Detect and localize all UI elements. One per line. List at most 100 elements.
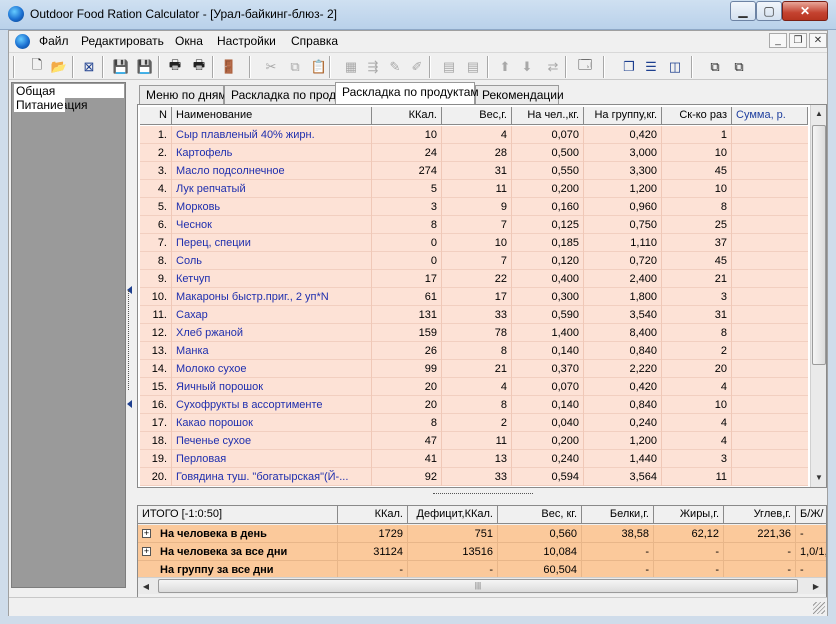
per-person-value[interactable]: 0,120 [512,252,584,270]
product-name[interactable]: Масло подсолнечное [172,162,372,180]
totals-col-bju[interactable]: Б/Ж/ [796,506,826,524]
table-row[interactable]: 15. Яичный порошок 20 4 0,070 0,420 4 [140,378,808,396]
per-person-value[interactable]: 0,594 [512,468,584,486]
kcal-value[interactable]: 61 [372,288,442,306]
weight-value[interactable]: 11 [442,180,512,198]
times-value[interactable]: 10 [662,180,732,198]
scroll-right-icon[interactable]: ▶ [808,578,824,595]
weight-value[interactable]: 33 [442,468,512,486]
sum-value[interactable] [732,342,808,360]
per-group-value[interactable]: 0,750 [584,216,662,234]
weight-value[interactable]: 2 [442,414,512,432]
row-number[interactable]: 19. [140,450,172,468]
sum-value[interactable] [732,252,808,270]
save-as-icon[interactable]: 💾 [135,57,155,77]
weight-value[interactable]: 13 [442,450,512,468]
per-person-value[interactable]: 0,040 [512,414,584,432]
product-name[interactable]: Лук репчатый [172,180,372,198]
row-number[interactable]: 7. [140,234,172,252]
scroll-thumb[interactable]: ||| [158,579,798,593]
product-name[interactable]: Молоко сухое [172,360,372,378]
table-row[interactable]: 20. Говядина туш. "богатырская"(Й-... 92 33… [140,468,808,486]
row-number[interactable]: 17. [140,414,172,432]
per-group-value[interactable]: 0,840 [584,396,662,414]
times-value[interactable]: 4 [662,378,732,396]
row-number[interactable]: 10. [140,288,172,306]
table-row[interactable]: 5. Морковь 3 9 0,160 0,960 8 [140,198,808,216]
product-name[interactable]: Сахар [172,306,372,324]
per-group-value[interactable]: 0,240 [584,414,662,432]
product-name[interactable]: Какао порошок [172,414,372,432]
row-number[interactable]: 20. [140,468,172,486]
times-value[interactable]: 21 [662,270,732,288]
weight-value[interactable]: 4 [442,126,512,144]
minimize-button[interactable]: ▁ [730,1,756,21]
weight-value[interactable]: 7 [442,216,512,234]
totals-col-deficit[interactable]: Дефицит,ККал. [408,506,498,524]
scroll-thumb[interactable] [812,125,826,365]
per-group-value[interactable]: 0,420 [584,378,662,396]
per-person-value[interactable]: 0,240 [512,450,584,468]
arrange-windows-icon[interactable]: ⧉ [729,57,749,77]
per-person-value[interactable]: 1,400 [512,324,584,342]
scroll-left-icon[interactable]: ◀ [138,578,154,595]
row-number[interactable]: 2. [140,144,172,162]
kcal-value[interactable]: 8 [372,216,442,234]
col-weight[interactable]: Вес,г. [442,107,512,125]
tree-item-nutrition[interactable]: Питание [14,98,66,112]
table-row[interactable]: 11. Сахар 131 33 0,590 3,540 31 [140,306,808,324]
open-folder-icon[interactable]: 📂 [49,57,69,77]
kcal-value[interactable]: 5 [372,180,442,198]
per-person-value[interactable]: 0,160 [512,198,584,216]
table-row[interactable]: 9. Кетчуп 17 22 0,400 2,400 21 [140,270,808,288]
per-person-value[interactable]: 0,370 [512,360,584,378]
expand-plus-icon[interactable]: + [142,529,151,538]
expand-plus-icon[interactable]: + [142,547,151,556]
properties-icon[interactable]: 🗔 [575,57,595,77]
table-row[interactable]: 10. Макароны быстр.приг., 2 уп*N 61 17 0,300… [140,288,808,306]
table-row[interactable]: 7. Перец, специи 0 10 0,185 1,110 37 [140,234,808,252]
product-name[interactable]: Сухофрукты в ассортименте [172,396,372,414]
row-number[interactable]: 12. [140,324,172,342]
exit-door-icon[interactable]: 🚪 [219,57,239,77]
sum-value[interactable] [732,468,808,486]
per-group-value[interactable]: 3,540 [584,306,662,324]
kcal-value[interactable]: 17 [372,270,442,288]
document-globe-icon[interactable] [15,34,30,49]
totals-col-fat[interactable]: Жиры,г. [654,506,724,524]
row-number[interactable]: 15. [140,378,172,396]
product-name[interactable]: Сыр плавленый 40% жирн. [172,126,372,144]
sum-value[interactable] [732,414,808,432]
col-name[interactable]: Наименование [172,107,372,125]
collapse-left-icon[interactable] [127,400,132,408]
child-close-button[interactable]: ✕ [809,33,827,48]
totals-col-carbs[interactable]: Углев,г. [724,506,796,524]
times-value[interactable]: 11 [662,468,732,486]
weight-value[interactable]: 10 [442,234,512,252]
weight-value[interactable]: 8 [442,342,512,360]
sum-value[interactable] [732,450,808,468]
menu-help[interactable]: Справка [291,34,338,48]
product-name[interactable]: Кетчуп [172,270,372,288]
times-value[interactable]: 8 [662,198,732,216]
per-group-value[interactable]: 3,564 [584,468,662,486]
kcal-value[interactable]: 41 [372,450,442,468]
times-value[interactable]: 25 [662,216,732,234]
row-number[interactable]: 13. [140,342,172,360]
row-number[interactable]: 14. [140,360,172,378]
per-person-value[interactable]: 0,140 [512,342,584,360]
row-number[interactable]: 6. [140,216,172,234]
product-name[interactable]: Яичный порошок [172,378,372,396]
times-value[interactable]: 2 [662,342,732,360]
delete-icon[interactable]: ⊠ [79,57,99,77]
totals-col-protein[interactable]: Белки,г. [582,506,654,524]
row-number[interactable]: 16. [140,396,172,414]
col-sum[interactable]: Сумма, р. [732,107,808,125]
times-value[interactable]: 4 [662,414,732,432]
scroll-up-icon[interactable]: ▲ [811,105,826,122]
kcal-value[interactable]: 10 [372,126,442,144]
kcal-value[interactable]: 0 [372,234,442,252]
product-name[interactable]: Картофель [172,144,372,162]
kcal-value[interactable]: 24 [372,144,442,162]
kcal-value[interactable]: 0 [372,252,442,270]
